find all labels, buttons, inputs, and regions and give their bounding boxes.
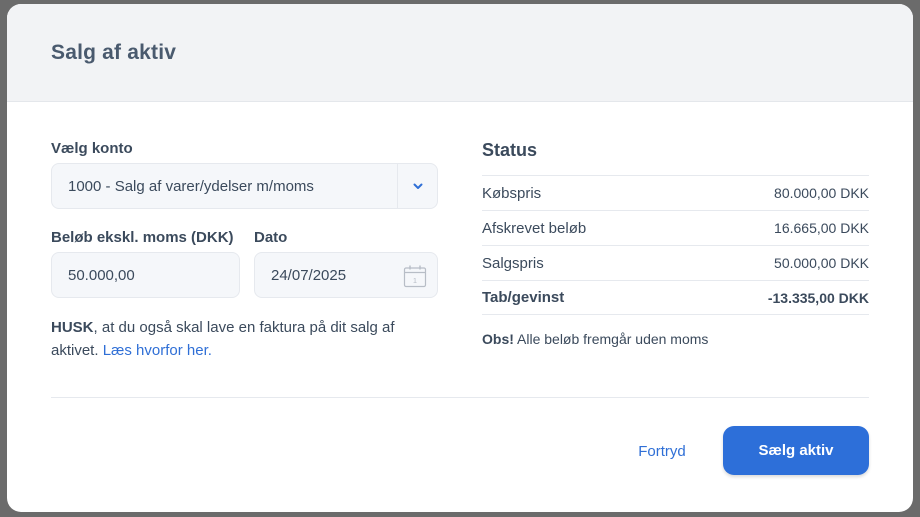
reminder-bold: HUSK (51, 319, 94, 336)
status-row-label: Købspris (482, 184, 542, 202)
amount-label: Beløb ekskl. moms (DKK) (51, 229, 234, 246)
account-select-value: 1000 - Salg af varer/ydelser m/moms (68, 177, 314, 195)
sell-asset-button[interactable]: Sælg aktiv (723, 426, 869, 475)
form-section: Vælg konto 1000 - Salg af varer/ydelser … (51, 140, 438, 362)
amount-input[interactable]: 50.000,00 (51, 252, 240, 298)
status-row-depreciated: Afskrevet beløb 16.665,00 DKK (482, 210, 869, 245)
chevron-down-icon (413, 183, 422, 189)
account-select[interactable]: 1000 - Salg af varer/ydelser m/moms (51, 163, 438, 209)
status-panel: Status Købspris 80.000,00 DKK Afskrevet … (482, 138, 869, 347)
status-row-loss-gain: Tab/gevinst -13.335,00 DKK (482, 280, 869, 315)
status-row-value: 80.000,00 DKK (774, 185, 869, 201)
status-row-value: 50.000,00 DKK (774, 255, 869, 271)
footer-divider (51, 397, 869, 398)
status-row-value: -13.335,00 DKK (767, 289, 869, 306)
calendar-icon[interactable]: 1 (403, 264, 427, 288)
status-row-sale-price: Salgspris 50.000,00 DKK (482, 245, 869, 280)
status-row-purchase-price: Købspris 80.000,00 DKK (482, 175, 869, 210)
modal-title: Salg af aktiv (51, 40, 177, 64)
status-row-value: 16.665,00 DKK (774, 220, 869, 236)
date-field-group: Dato 24/07/2025 1 (254, 229, 438, 298)
vat-note: Obs! Alle beløb fremgår uden moms (482, 331, 869, 347)
vat-note-text: Alle beløb fremgår uden moms (513, 331, 709, 347)
reminder-link[interactable]: Læs hvorfor her. (103, 342, 212, 359)
vat-note-bold: Obs! (482, 331, 514, 347)
cancel-button[interactable]: Fortryd (612, 430, 712, 474)
amount-field-group: Beløb ekskl. moms (DKK) 50.000,00 (51, 229, 240, 298)
amount-date-row: Beløb ekskl. moms (DKK) 50.000,00 Dato 2… (51, 229, 438, 298)
reminder-note: HUSK, at du også skal lave en faktura på… (51, 316, 438, 362)
date-label: Dato (254, 229, 288, 246)
sale-of-asset-modal: Salg af aktiv Vælg konto 1000 - Salg af … (7, 4, 913, 512)
account-label: Vælg konto (51, 140, 133, 157)
status-title: Status (482, 140, 538, 160)
status-row-label: Tab/gevinst (482, 289, 565, 306)
calendar-icon-day: 1 (413, 276, 417, 285)
modal-body: Vælg konto 1000 - Salg af varer/ydelser … (7, 102, 913, 512)
status-row-label: Afskrevet beløb (482, 219, 587, 237)
modal-header: Salg af aktiv (7, 4, 913, 102)
date-input[interactable]: 24/07/2025 1 (254, 252, 438, 298)
status-row-label: Salgspris (482, 254, 544, 272)
date-input-value: 24/07/2025 (271, 266, 347, 284)
account-dropdown-button[interactable] (397, 164, 437, 208)
